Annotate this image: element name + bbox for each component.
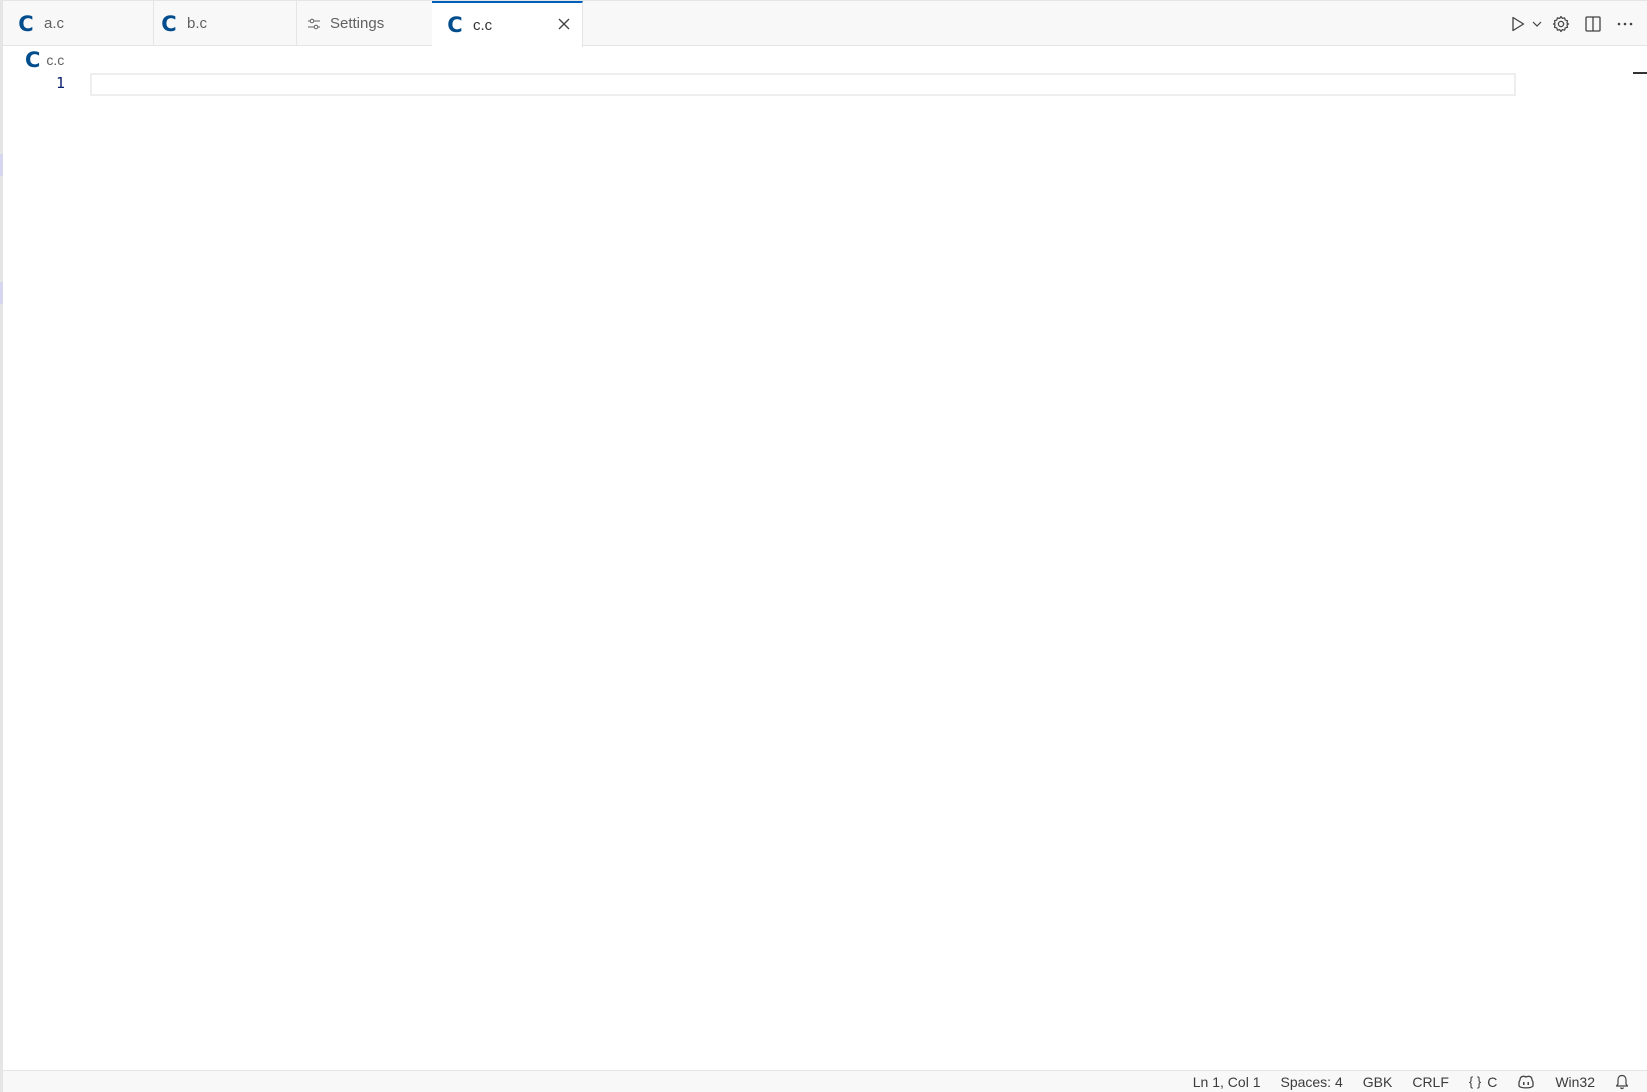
c-language-icon: C (447, 13, 463, 37)
cursor-position[interactable]: Ln 1, Col 1 (1183, 1071, 1271, 1092)
code-editor[interactable]: 1 (0, 72, 1647, 1070)
tab-label: b.c (187, 15, 208, 32)
bell-icon[interactable] (1605, 1071, 1639, 1092)
c-language-icon: C (18, 11, 34, 36)
language-label: C (1487, 1073, 1498, 1090)
end-of-line[interactable]: CRLF (1402, 1071, 1459, 1092)
breadcrumb[interactable]: C c.c (25, 48, 64, 72)
more-icon[interactable] (1609, 8, 1641, 40)
braces-icon: { } (1468, 1074, 1482, 1089)
split-editor-icon[interactable] (1577, 8, 1609, 40)
language-mode[interactable]: { } C (1459, 1071, 1507, 1092)
close-icon[interactable] (555, 15, 573, 33)
line-number: 1 (55, 74, 65, 92)
encoding[interactable]: GBK (1353, 1071, 1403, 1092)
tab-c-c[interactable]: C c.c (432, 1, 583, 47)
breadcrumb-file[interactable]: c.c (46, 52, 64, 68)
gutter-marker (0, 282, 3, 304)
copilot-icon[interactable] (1507, 1071, 1545, 1092)
indentation[interactable]: Spaces: 4 (1270, 1071, 1352, 1092)
status-bar: Ln 1, Col 1 Spaces: 4 GBK CRLF { } C Win… (3, 1070, 1647, 1092)
configuration[interactable]: Win32 (1545, 1071, 1605, 1092)
tab-settings[interactable]: Settings (289, 1, 440, 46)
tab-label: Settings (330, 15, 385, 32)
chevron-down-icon[interactable] (1529, 8, 1545, 40)
tab-label: a.c (44, 15, 65, 32)
tab-b-c[interactable]: C b.c (146, 1, 297, 46)
settings-sliders-icon (307, 17, 321, 31)
overview-ruler-cursor (1633, 72, 1647, 74)
c-language-icon: C (25, 48, 41, 72)
gutter-marker (0, 154, 3, 176)
gear-icon[interactable] (1545, 8, 1577, 40)
tab-a-c[interactable]: C a.c (3, 1, 154, 46)
current-line-highlight[interactable] (90, 73, 1516, 96)
editor-actions (1507, 1, 1647, 46)
run-icon[interactable] (1507, 8, 1529, 40)
editor-window: C a.c C b.c Settings C c.c C c.c 1 Ln 1,… (0, 0, 1647, 1092)
c-language-icon: C (161, 11, 177, 36)
tab-bar: C a.c C b.c Settings C c.c (3, 0, 1647, 47)
tab-label: c.c (473, 16, 493, 34)
